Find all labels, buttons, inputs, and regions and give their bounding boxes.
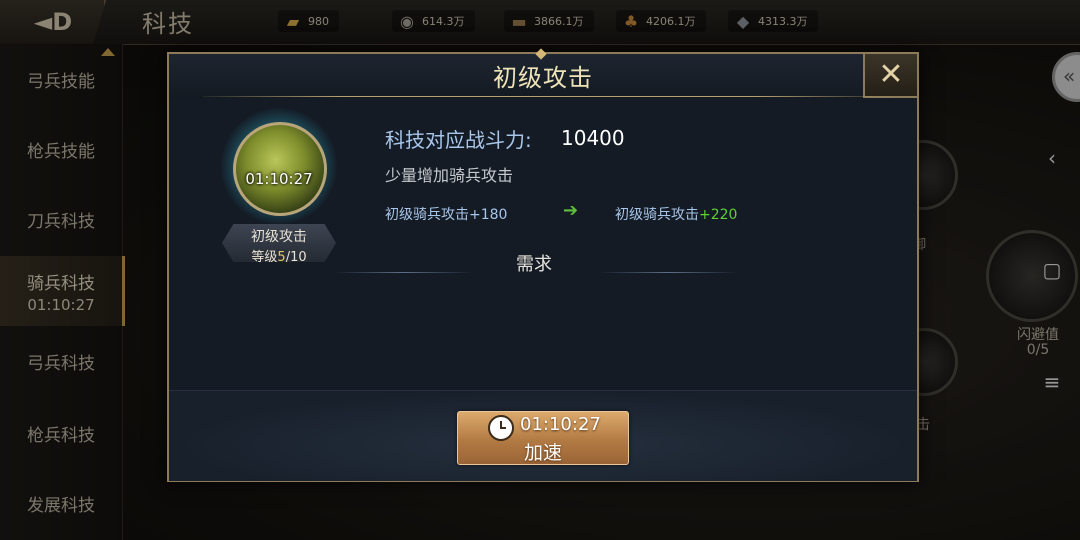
effect-current: 初级骑兵攻击+180: [385, 207, 508, 223]
header-divider: [203, 96, 893, 97]
modal-footer: 01:10:27 加速: [169, 390, 917, 481]
requirements-divider-right: [599, 272, 739, 273]
tech-description: 少量增加骑兵攻击: [385, 166, 514, 185]
modal-header: 初级攻击 ✕: [169, 48, 917, 98]
cavalry-attack-icon: [233, 122, 327, 216]
speed-up-button[interactable]: 01:10:27 加速: [457, 411, 629, 465]
arrow-right-icon: ➔: [563, 200, 579, 221]
tech-detail-modal: 初级攻击 ✕ 01:10:27 初级攻击 等级5/10 科技对应战斗力: 104…: [167, 48, 919, 482]
effect-next-text: 初级骑兵攻击: [615, 207, 699, 223]
power-label: 科技对应战斗力:: [385, 128, 532, 152]
skill-timer: 01:10:27: [245, 170, 313, 188]
effect-next-value: +220: [699, 207, 738, 223]
modal-title: 初级攻击: [493, 64, 593, 92]
effect-next: 初级骑兵攻击+220: [615, 204, 737, 224]
close-icon: ✕: [878, 57, 904, 92]
skill-name: 初级攻击: [251, 229, 307, 245]
power-value: 10400: [561, 126, 625, 150]
skill-icon-panel: 01:10:27 初级攻击 等级5/10: [217, 108, 341, 262]
speed-up-time: 01:10:27: [520, 414, 601, 435]
speed-up-label: 加速: [523, 442, 562, 464]
requirements-title: 需求: [516, 254, 552, 275]
close-button[interactable]: ✕: [863, 54, 917, 98]
